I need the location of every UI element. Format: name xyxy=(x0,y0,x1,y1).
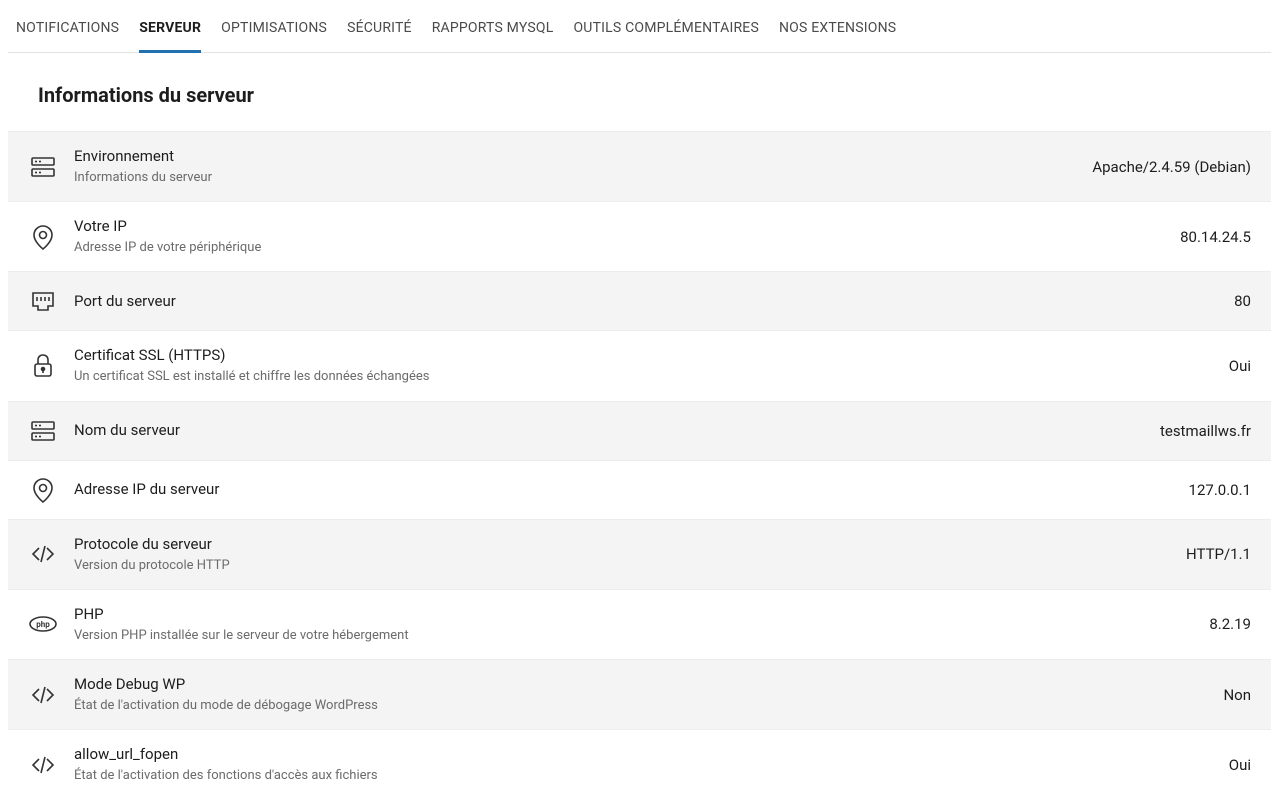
row-title: Mode Debug WP xyxy=(74,674,1211,695)
row-value: 80 xyxy=(1222,292,1251,310)
row-title: allow_url_fopen xyxy=(74,744,1217,765)
row-title: Certificat SSL (HTTPS) xyxy=(74,345,1217,366)
pin-icon xyxy=(28,475,58,505)
tab-nos-extensions[interactable]: NOS EXTENSIONS xyxy=(779,6,896,52)
row-desc: Version du protocole HTTP xyxy=(74,557,1174,575)
server-icon xyxy=(28,416,58,446)
section-title: Informations du serveur xyxy=(8,53,1271,131)
row-value: testmaillws.fr xyxy=(1148,422,1251,440)
row-title: Protocole du serveur xyxy=(74,534,1174,555)
svg-text:php: php xyxy=(36,620,50,629)
row-desc: État de l'activation du mode de débogage… xyxy=(74,697,1211,715)
row-value: Apache/2.4.59 (Debian) xyxy=(1080,158,1251,176)
row-desc: Un certificat SSL est installé et chiffr… xyxy=(74,368,1217,386)
lock-icon xyxy=(28,351,58,381)
php-icon: php xyxy=(28,609,58,639)
tab-serveur[interactable]: SERVEUR xyxy=(139,6,201,53)
row-desc: Adresse IP de votre périphérique xyxy=(74,239,1168,257)
list-item: Protocole du serveur Version du protocol… xyxy=(8,519,1271,589)
row-desc: Version PHP installée sur le serveur de … xyxy=(74,627,1197,645)
list-item: php PHP Version PHP installée sur le ser… xyxy=(8,589,1271,659)
row-title: Environnement xyxy=(74,146,1080,167)
row-title: Port du serveur xyxy=(74,291,1222,312)
row-title: Nom du serveur xyxy=(74,420,1148,441)
tab-notifications[interactable]: NOTIFICATIONS xyxy=(16,6,119,52)
row-value: 8.2.19 xyxy=(1197,615,1251,633)
row-title: Adresse IP du serveur xyxy=(74,479,1177,500)
list-item: Adresse IP du serveur 127.0.0.1 xyxy=(8,460,1271,519)
row-desc: État de l'activation des fonctions d'acc… xyxy=(74,767,1217,785)
tabs-bar: NOTIFICATIONS SERVEUR OPTIMISATIONS SÉCU… xyxy=(8,6,1271,53)
row-value: Oui xyxy=(1217,357,1251,375)
code-icon xyxy=(28,750,58,780)
tab-securite[interactable]: SÉCURITÉ xyxy=(347,6,412,52)
row-title: Votre IP xyxy=(74,216,1168,237)
row-title: PHP xyxy=(74,604,1197,625)
list-item: Environnement Informations du serveur Ap… xyxy=(8,131,1271,201)
list-item: Certificat SSL (HTTPS) Un certificat SSL… xyxy=(8,330,1271,400)
row-value: 127.0.0.1 xyxy=(1177,481,1251,499)
row-value: HTTP/1.1 xyxy=(1174,545,1251,563)
code-icon xyxy=(28,680,58,710)
list-item: Nom du serveur testmaillws.fr xyxy=(8,401,1271,460)
server-info-list: Environnement Informations du serveur Ap… xyxy=(8,131,1271,799)
tab-rapports-mysql[interactable]: RAPPORTS MYSQL xyxy=(432,6,554,52)
row-value: 80.14.24.5 xyxy=(1168,228,1251,246)
list-item: allow_url_fopen État de l'activation des… xyxy=(8,729,1271,799)
ethernet-icon xyxy=(28,286,58,316)
row-desc: Informations du serveur xyxy=(74,169,1080,187)
pin-icon xyxy=(28,222,58,252)
list-item: Mode Debug WP État de l'activation du mo… xyxy=(8,659,1271,729)
server-icon xyxy=(28,152,58,182)
row-value: Oui xyxy=(1217,756,1251,774)
row-value: Non xyxy=(1211,686,1251,704)
list-item: Votre IP Adresse IP de votre périphériqu… xyxy=(8,201,1271,271)
code-icon xyxy=(28,539,58,569)
tab-outils-complementaires[interactable]: OUTILS COMPLÉMENTAIRES xyxy=(573,6,759,52)
list-item: Port du serveur 80 xyxy=(8,271,1271,330)
tab-optimisations[interactable]: OPTIMISATIONS xyxy=(221,6,327,52)
